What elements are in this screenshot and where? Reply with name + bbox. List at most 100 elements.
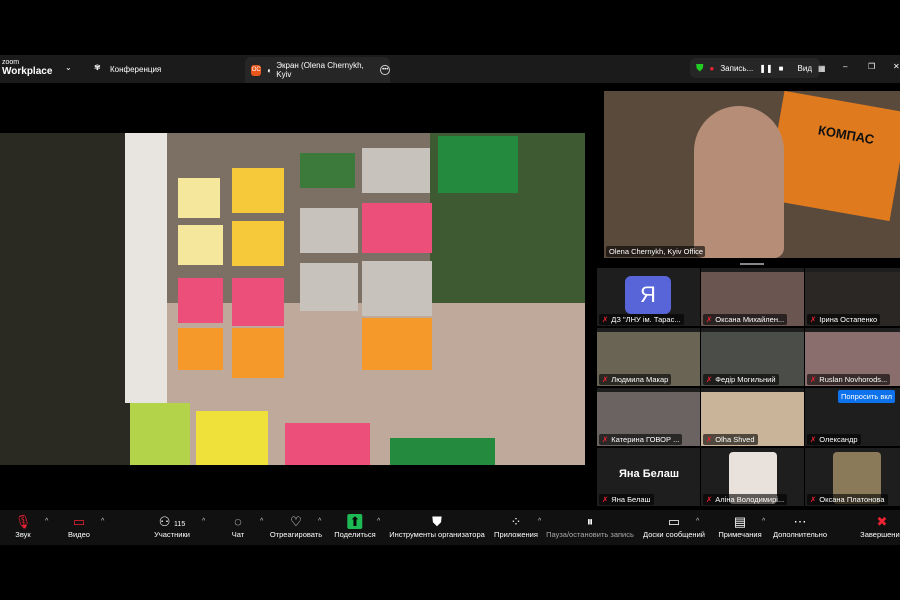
participant-name: ✗ Катерина ГОВОР ...	[599, 434, 683, 445]
toolbar-label: Отреагировать	[269, 530, 323, 539]
toolbar-label: Завершение	[860, 530, 900, 539]
mic-muted-icon: ✗	[810, 315, 817, 324]
participant-name-text: Оксана Михайлен...	[715, 315, 785, 324]
mic-muted-icon: ✗	[602, 375, 609, 384]
notes-button[interactable]: ▤ Примечания	[718, 514, 761, 539]
status-pill: ⛊ ● Запись... ❚❚ ■ Вид ▦	[690, 58, 826, 78]
participant-name-text: ДЗ "ЛНУ ім. Тарас...	[611, 315, 681, 324]
pause-stop-icon: ⏸	[586, 514, 594, 529]
minimize-icon[interactable]: –	[843, 62, 847, 71]
share-tab-badge: OC	[251, 64, 262, 76]
share-tab[interactable]: OC ◖ Экран (Olena Chernykh, Kyiv •••	[245, 57, 390, 83]
view-grid-icon[interactable]: ▦	[818, 64, 826, 73]
participants-button[interactable]: ⚇ 115 Участники	[154, 514, 190, 539]
participant-big-name: Яна Белаш	[619, 468, 680, 480]
participant-name: ✗ ДЗ "ЛНУ ім. Тарас...	[599, 314, 684, 325]
participant-tile[interactable]: ✗ Аліна Володимирі...	[701, 448, 804, 506]
participant-name: ✗ Ruslan Novhorods...	[807, 374, 891, 385]
end-icon: ✖	[876, 514, 888, 529]
participant-name: ✗ Оксана Платонова	[807, 494, 888, 505]
caret-up-icon[interactable]: ^	[260, 518, 263, 525]
participant-tile[interactable]: ✗ Ірина Остапенко	[805, 268, 900, 326]
caret-up-icon[interactable]: ^	[101, 518, 104, 525]
notes-icon: ▤	[733, 514, 747, 529]
participant-name: ✗ Аліна Володимирі...	[703, 494, 788, 505]
meeting-label[interactable]: Конференция	[110, 65, 161, 74]
speaker-person	[694, 106, 784, 258]
participant-count: 115	[174, 521, 186, 528]
participant-name-text: Ірина Остапенко	[819, 315, 878, 324]
participant-tile[interactable]: ✗ Катерина ГОВОР ...	[597, 388, 700, 446]
more-icon[interactable]: •••	[380, 65, 390, 75]
book-title: КОМПАС	[816, 122, 876, 148]
mic-muted-icon: ✗	[706, 375, 713, 384]
participant-name-text: Оксана Платонова	[819, 495, 885, 504]
audio-button[interactable]: 🎙 Звук	[15, 514, 32, 539]
chat-button[interactable]: ◌ Чат	[232, 514, 244, 539]
participant-tile[interactable]: ✗ Людмила Макар	[597, 328, 700, 386]
mic-muted-icon: ✗	[602, 315, 609, 324]
more-icon: ⋯	[793, 514, 807, 529]
meeting-toolbar: 🎙 Звук ^ ▭ Видео ^ ⚇ 115 Участники ^ ◌ Чат ^ ♡ Отреаг…	[0, 510, 900, 545]
caret-up-icon[interactable]: ^	[202, 518, 205, 525]
mic-muted-icon: ✗	[602, 495, 609, 504]
mic-muted-icon: ✗	[706, 495, 713, 504]
record-button[interactable]: ⏸ Пауза/остановить запись	[546, 514, 634, 539]
share-tab-label: Экран (Olena Chernykh, Kyiv	[276, 61, 364, 79]
toolbar-label: Примечания	[718, 530, 762, 539]
video-off-icon: ▭	[72, 514, 86, 529]
participant-tile[interactable]: ✗ Оксана Михайлен...	[701, 268, 804, 326]
more-button[interactable]: ⋯ Дополнительно	[773, 514, 827, 539]
mic-muted-icon: 🎙	[14, 514, 32, 529]
caret-up-icon[interactable]: ^	[538, 518, 541, 525]
toolbar-label: Доски сообщений	[643, 530, 705, 539]
participant-name-text: Olha Shved	[715, 435, 755, 444]
ask-to-unmute-button[interactable]: Попросить вкл	[838, 390, 896, 403]
participant-tile[interactable]: ✗ Ruslan Novhorods...	[805, 328, 900, 386]
participant-name-text: Людмила Макар	[611, 375, 669, 384]
react-button[interactable]: ♡ Отреагировать	[270, 514, 322, 539]
chevron-down-icon[interactable]: ⌄	[65, 63, 72, 72]
title-bar: zoom Workplace ⌄ ✾ Конференция OC ◖ Экран…	[0, 55, 900, 83]
participant-tile[interactable]: Яна Белаш ✗ Яна Белаш	[597, 448, 700, 506]
participant-name-text: Аліна Володимирі...	[715, 495, 785, 504]
book-cover: КОМПАС	[765, 91, 900, 222]
participant-tile[interactable]: ✗ Федір Могильний	[701, 328, 804, 386]
shared-screen	[0, 133, 585, 465]
participant-tile[interactable]: ✗ Оксана Платонова	[805, 448, 900, 506]
close-icon[interactable]: ✕	[893, 62, 900, 71]
view-label[interactable]: Вид	[798, 64, 812, 73]
end-button[interactable]: ✖ Завершение	[860, 514, 900, 539]
participant-tile[interactable]: ✗ Olha Shved	[701, 388, 804, 446]
participant-name: ✗ Olha Shved	[703, 434, 758, 445]
resize-handle[interactable]	[740, 263, 764, 265]
participant-name: ✗ Олександр	[807, 434, 861, 445]
toolbar-label: Инструменты организатора	[389, 530, 485, 539]
caret-up-icon[interactable]: ^	[696, 518, 699, 525]
caret-up-icon[interactable]: ^	[318, 518, 321, 525]
heart-icon: ♡	[290, 514, 302, 529]
participant-tile[interactable]: Я ✗ ДЗ "ЛНУ ім. Тарас...	[597, 268, 700, 326]
video-button[interactable]: ▭ Видео	[68, 514, 90, 539]
participant-name: ✗ Оксана Михайлен...	[703, 314, 788, 325]
stop-icon[interactable]: ■	[779, 64, 784, 73]
participant-name-text: Федір Могильний	[715, 375, 776, 384]
active-speaker-video: КОМПАС Olena Chernykh, Kyiv Office	[604, 91, 900, 258]
people-icon: ⚇ 115	[158, 514, 186, 529]
toolbar-label: Видео	[68, 530, 90, 539]
caret-up-icon[interactable]: ^	[762, 518, 765, 525]
apps-button[interactable]: ⁘ Приложения	[494, 514, 538, 539]
caret-up-icon[interactable]: ^	[45, 518, 48, 525]
toolbar-label: Участники	[154, 530, 190, 539]
record-label[interactable]: Запись...	[720, 64, 753, 73]
toolbar-label: Пауза/остановить запись	[546, 530, 634, 539]
host-tools-button[interactable]: ⛊ Инструменты организатора	[389, 514, 485, 539]
caret-up-icon[interactable]: ^	[377, 518, 380, 525]
share-button[interactable]: ⬆ Поделиться	[334, 514, 376, 539]
pause-icon[interactable]: ❚❚	[759, 64, 772, 73]
restore-icon[interactable]: ❐	[868, 62, 875, 71]
speaker-icon: ◖	[266, 65, 272, 75]
avatar: Я	[625, 276, 671, 314]
shield-check-icon: ⛊	[696, 62, 704, 74]
record-dot-icon: ●	[709, 63, 715, 73]
